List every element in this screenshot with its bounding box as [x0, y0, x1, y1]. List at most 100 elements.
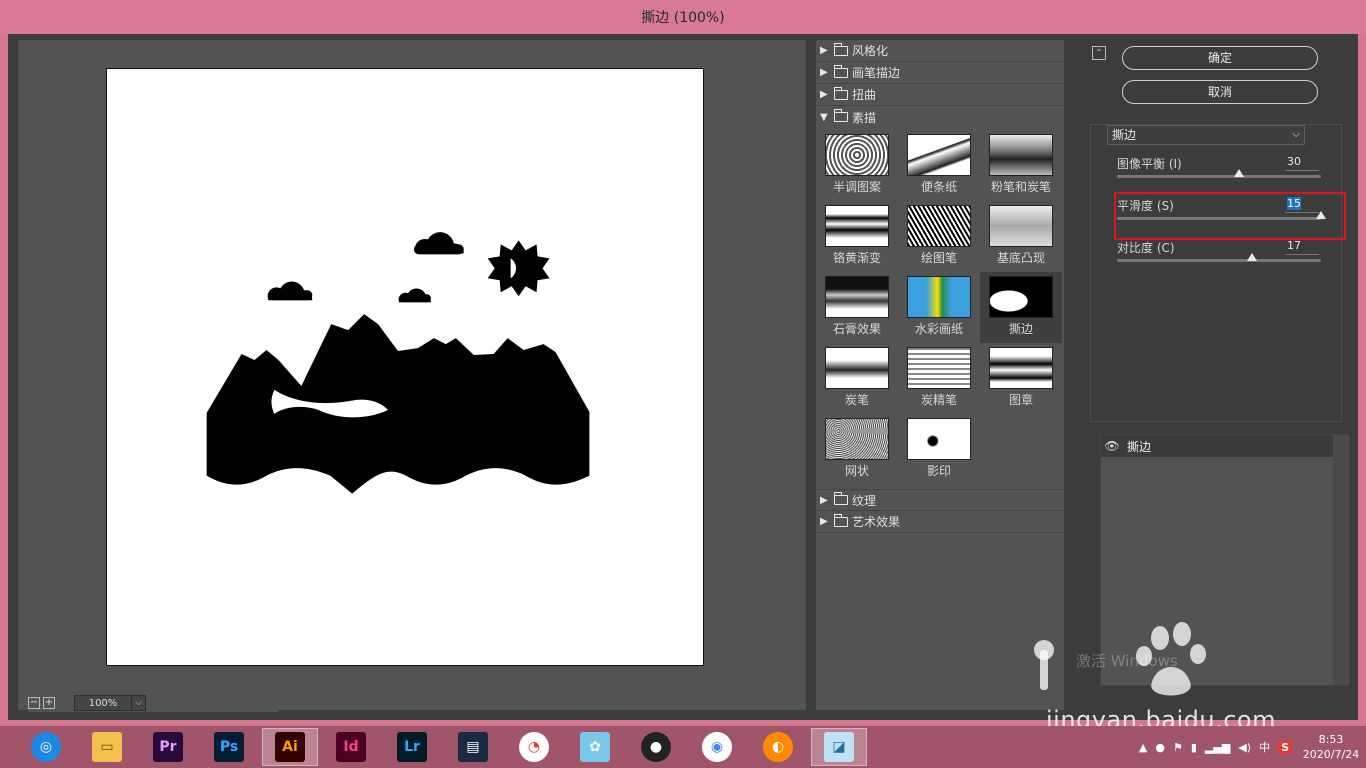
filter-settings: 撕边 ⌵ 图像平衡 (I) 30 平滑度 (S) 15 对比度 (C) 17 [1090, 124, 1342, 422]
filter-graphic-pen[interactable]: 绘图笔 [898, 201, 980, 272]
image-balance-input[interactable]: 30 [1285, 155, 1319, 171]
contrast-slider[interactable] [1117, 259, 1321, 262]
thumbnail [907, 134, 971, 176]
folder-icon [834, 513, 848, 527]
taskbar-app-orange[interactable]: ◐ [750, 728, 806, 766]
network-icon[interactable]: ▂▄▆ [1205, 741, 1230, 754]
tray-expand-icon[interactable]: ▲ [1139, 741, 1147, 754]
zoom-select[interactable]: 100% ⌵ [74, 695, 146, 711]
filter-torn-edges[interactable]: 撕边 [980, 272, 1062, 343]
taskbar-app-pet[interactable]: ✿ [567, 728, 623, 766]
preview-canvas[interactable] [106, 68, 704, 666]
folder-icon [834, 86, 848, 100]
filter-bas-relief[interactable]: 基底凸现 [980, 201, 1062, 272]
ok-button[interactable]: 确定 [1122, 46, 1318, 70]
thumbnail [989, 134, 1053, 176]
filter-photocopy[interactable]: 影印 [898, 414, 980, 485]
filter-select[interactable]: 撕边 ⌵ [1107, 125, 1305, 145]
volume-icon[interactable]: ◀) [1238, 741, 1251, 754]
preview-area[interactable]: − + 100% ⌵ [18, 40, 806, 712]
thumbnail [825, 347, 889, 389]
pet-icon: ✿ [580, 732, 610, 762]
chevron-down-icon: ⌵ [1292, 129, 1300, 140]
photoshop-icon: Ps [214, 732, 244, 762]
effect-layer[interactable]: 👁 撕边 [1101, 435, 1333, 457]
chrome-icon: ◉ [702, 732, 732, 762]
category-brush-strokes[interactable]: ▶ 画笔描边 [816, 62, 1064, 84]
filter-chrome[interactable]: 铬黄渐变 [816, 201, 898, 272]
param-contrast: 对比度 (C) 17 [1117, 239, 1337, 279]
thumbnail [907, 205, 971, 247]
clock[interactable]: 8:53 2020/7/24 [1296, 732, 1366, 762]
taskbar-app-notes[interactable]: ◪ [811, 728, 867, 766]
premiere-icon: Pr [153, 732, 183, 762]
folder-icon [834, 42, 848, 56]
taskbar-app-explorer[interactable]: ▭ [79, 728, 135, 766]
ime-indicator[interactable]: 中 [1259, 739, 1270, 755]
folder-icon: ▭ [92, 732, 122, 762]
film-icon: ▤ [458, 732, 488, 762]
filter-water-paper[interactable]: 水彩画纸 [898, 272, 980, 343]
image-balance-handle[interactable] [1234, 169, 1245, 177]
settings-panel: ⌃ 确定 取消 撕边 ⌵ 图像平衡 (I) 30 平滑度 (S) 15 对比度 … [1074, 34, 1358, 720]
taskbar-app-beach-ball[interactable]: ◔ [506, 728, 562, 766]
contrast-input[interactable]: 17 [1285, 239, 1319, 255]
taskbar-app-lightroom[interactable]: Lr [384, 728, 440, 766]
eye-icon[interactable]: 👁 [1101, 439, 1123, 453]
orange-app-icon: ◐ [763, 732, 793, 762]
zoom-out-button[interactable]: − [28, 697, 40, 709]
taskbar-app-chrome[interactable]: ◉ [689, 728, 745, 766]
category-artistic[interactable]: ▶ 艺术效果 [816, 511, 1064, 533]
thumbnail [825, 205, 889, 247]
filter-gallery-dialog: − + 100% ⌵ ▶ 风格化 ▶ 画笔描边 ▶ 扭曲 ▼ 素描 半调图案 便条纸 粉… [8, 34, 1358, 720]
image-balance-slider[interactable] [1117, 175, 1321, 178]
filter-stamp[interactable]: 图章 [980, 343, 1062, 414]
triangle-right-icon: ▶ [820, 45, 828, 56]
taskbar-apps: ◎ ▭ Pr Ps Ai Id Lr ▤ ◔ ✿ ● ◉ ◐ ◪ [0, 728, 872, 766]
layers-scrollbar[interactable] [1333, 435, 1349, 685]
category-distort[interactable]: ▶ 扭曲 [816, 84, 1064, 106]
filter-halftone[interactable]: 半调图案 [816, 130, 898, 201]
filter-reticulation[interactable]: 网状 [816, 414, 898, 485]
filter-chalk-charcoal[interactable]: 粉笔和炭笔 [980, 130, 1062, 201]
thumbnail [825, 134, 889, 176]
taskbar-app-premiere[interactable]: Pr [140, 728, 196, 766]
window-titlebar: 撕边 (100%) [0, 0, 1366, 34]
cancel-button[interactable]: 取消 [1122, 80, 1318, 104]
sogou-icon[interactable]: S [1278, 740, 1292, 754]
triangle-right-icon: ▶ [820, 494, 828, 506]
taskbar-app-video[interactable]: ▤ [445, 728, 501, 766]
triangle-right-icon: ▶ [820, 67, 828, 78]
filter-conte-crayon[interactable]: 炭精笔 [898, 343, 980, 414]
system-tray: ▲ ● ⚑ ▮ ▂▄▆ ◀) 中 S 8:53 2020/7/24 [1135, 726, 1366, 768]
taskbar-app-photoshop[interactable]: Ps [201, 728, 257, 766]
taskbar: ◎ ▭ Pr Ps Ai Id Lr ▤ ◔ ✿ ● ◉ ◐ ◪ ▲ ● ⚑ ▮… [0, 726, 1366, 768]
category-sketch[interactable]: ▼ 素描 [816, 106, 1064, 128]
effect-layer-name: 撕边 [1127, 439, 1152, 454]
taskbar-app-browser[interactable]: ◎ [18, 728, 74, 766]
contrast-handle[interactable] [1246, 253, 1257, 261]
zoom-in-button[interactable]: + [43, 697, 55, 709]
folder-icon [834, 492, 848, 505]
filter-note-paper[interactable]: 便条纸 [898, 130, 980, 201]
battery-icon[interactable]: ▮ [1191, 741, 1197, 754]
qq-tray-icon[interactable]: ● [1155, 741, 1165, 754]
window-title: 撕边 (100%) [641, 10, 725, 26]
folder-icon [834, 64, 848, 78]
flag-icon[interactable]: ⚑ [1173, 741, 1183, 754]
category-texture[interactable]: ▶ 纹理 [816, 489, 1064, 511]
category-stylize[interactable]: ▶ 风格化 [816, 40, 1064, 62]
illustrator-icon: Ai [275, 732, 305, 762]
filter-plaster[interactable]: 石膏效果 [816, 272, 898, 343]
thumbnail [907, 418, 971, 460]
thumbnail [825, 418, 889, 460]
triangle-right-icon: ▶ [820, 89, 828, 100]
taskbar-app-illustrator[interactable]: Ai [262, 728, 318, 766]
collapse-gallery-icon[interactable]: ⌃ [1092, 46, 1106, 60]
filter-thumbnails: 半调图案 便条纸 粉笔和炭笔 铬黄渐变 绘图笔 基底凸现 石膏效果 水彩画纸 撕… [816, 128, 1064, 489]
filter-charcoal[interactable]: 炭笔 [816, 343, 898, 414]
taskbar-app-indesign[interactable]: Id [323, 728, 379, 766]
triangle-down-icon: ▼ [820, 111, 828, 123]
thumbnail [989, 276, 1053, 318]
taskbar-app-qq[interactable]: ● [628, 728, 684, 766]
